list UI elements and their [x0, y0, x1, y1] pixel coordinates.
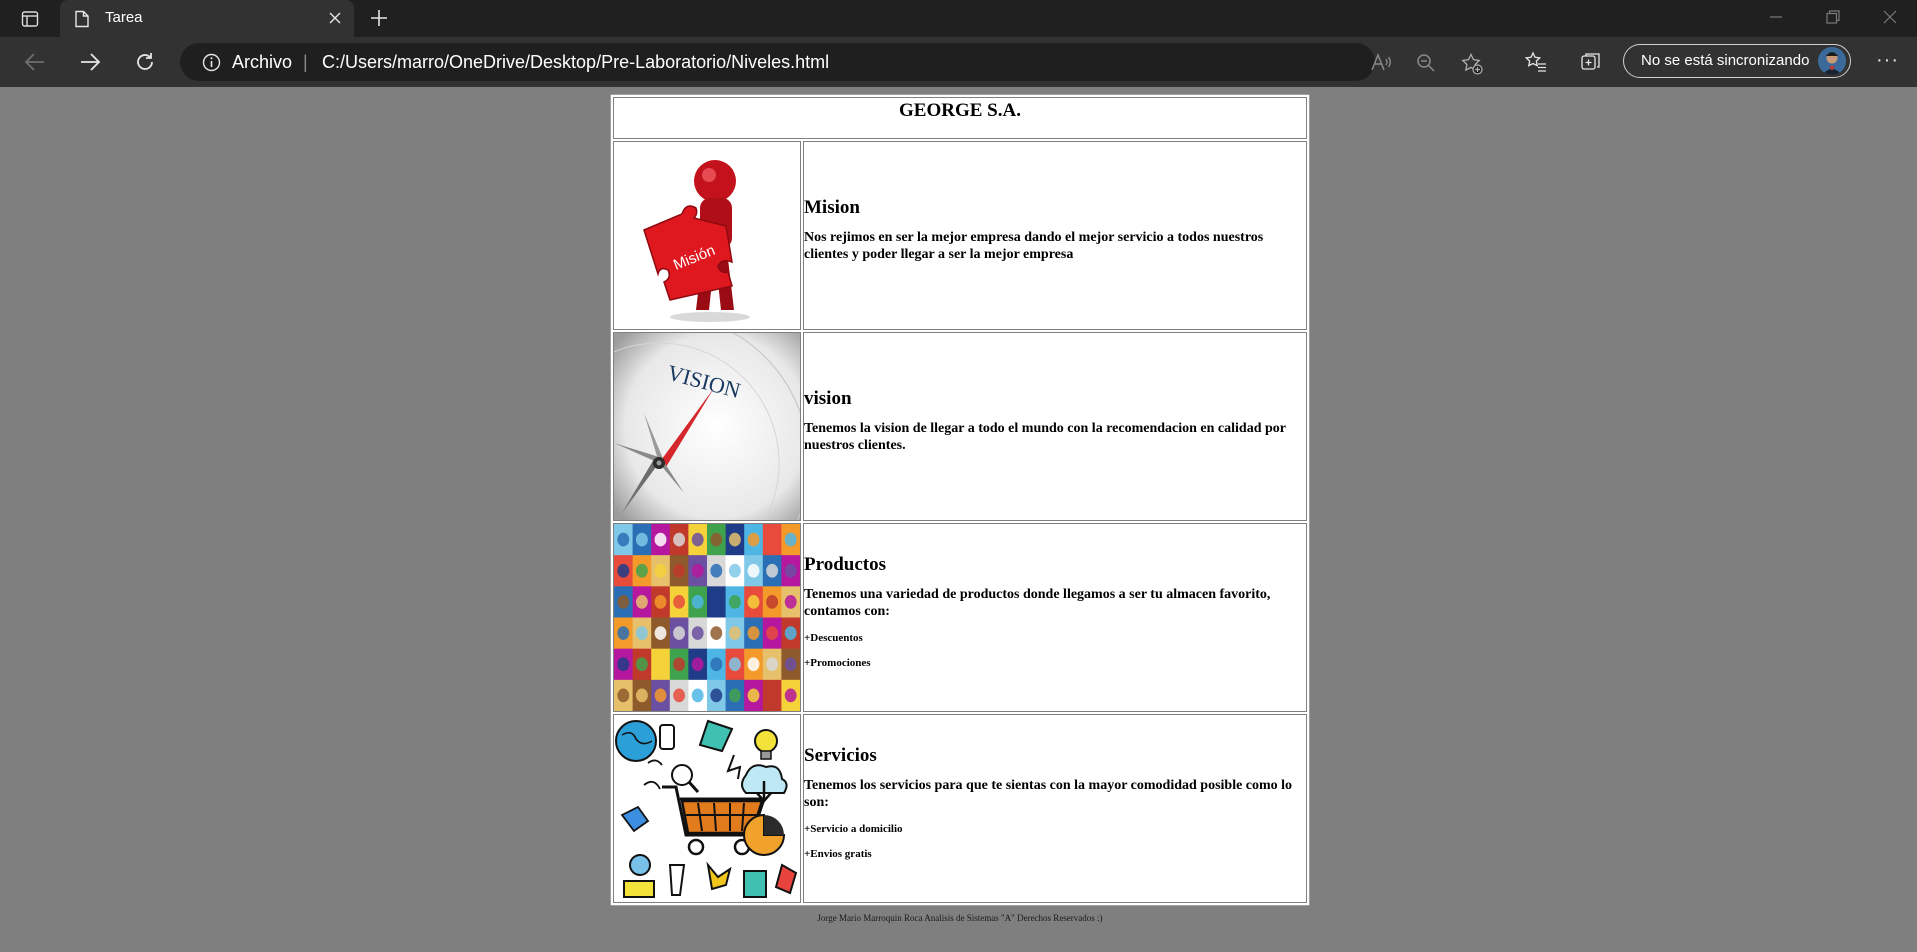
- servicios-title: Servicios: [804, 744, 877, 766]
- tab-title: Tarea: [105, 9, 143, 26]
- avatar: [1818, 47, 1846, 75]
- mision-cell: Mision Nos rejimos en ser la mejor empre…: [803, 141, 1307, 330]
- zoom-out-icon[interactable]: [1416, 53, 1436, 73]
- servicios-cell: Servicios Tenemos los servicios para que…: [803, 714, 1307, 903]
- tab-actions-button[interactable]: [0, 0, 60, 37]
- new-tab-icon[interactable]: [370, 9, 388, 27]
- reload-icon[interactable]: [134, 51, 156, 73]
- tab-actions-icon: [21, 10, 39, 27]
- address-separator: |: [303, 52, 308, 72]
- back-arrow-icon[interactable]: [24, 51, 46, 73]
- vision-cell: vision Tenemos la vision de llegar a tod…: [803, 332, 1307, 521]
- table-row: VISION vision Tenemos la vision de llega…: [613, 332, 1307, 521]
- minimize-icon[interactable]: [1769, 10, 1783, 24]
- url-text[interactable]: C:/Users/marro/OneDrive/Desktop/Pre-Labo…: [322, 52, 829, 73]
- mision-title: Mision: [804, 196, 860, 218]
- servicios-text: Tenemos los servicios para que te sienta…: [804, 777, 1293, 810]
- services-illustration-image: [613, 714, 801, 903]
- productos-item-promociones: +Promociones: [804, 656, 871, 669]
- vision-text: Tenemos la vision de llegar a todo el mu…: [804, 420, 1286, 453]
- sync-status-label: No se está sincronizando: [1641, 52, 1810, 69]
- servicios-item-domicilio: +Servicio a domicilio: [804, 822, 903, 835]
- add-favorite-icon[interactable]: [1461, 53, 1483, 75]
- collections-icon[interactable]: [1580, 51, 1602, 73]
- products-collage-image: [613, 523, 801, 712]
- address-bar[interactable]: Archivo | C:/Users/marro/OneDrive/Deskto…: [180, 43, 1483, 81]
- mision-text: Nos rejimos en ser la mejor empresa dand…: [804, 229, 1264, 262]
- company-name: GEORGE S.A.: [613, 97, 1307, 139]
- info-icon[interactable]: [202, 53, 221, 72]
- active-tab[interactable]: Tarea: [60, 0, 354, 37]
- productos-cell: Productos Tenemos una variedad de produc…: [803, 523, 1307, 712]
- table-row: Misión Mision Nos rejimos en ser la mejo…: [613, 141, 1307, 330]
- restore-icon[interactable]: [1826, 10, 1840, 24]
- favorites-icon[interactable]: [1525, 51, 1547, 73]
- table-row: Productos Tenemos una variedad de produc…: [613, 523, 1307, 712]
- forward-arrow-icon[interactable]: [79, 51, 101, 73]
- productos-item-descuentos: +Descuentos: [804, 631, 863, 644]
- profile-sync-button[interactable]: No se está sincronizando: [1623, 44, 1851, 78]
- page-footer: Jorge Mario Marroquin Roca Analisis de S…: [817, 913, 1103, 923]
- close-tab-icon[interactable]: [328, 11, 342, 25]
- servicios-item-envios: +Envios gratis: [804, 847, 872, 860]
- company-table: GEORGE S.A. Misión Mision Nos rejimos en…: [610, 94, 1310, 906]
- read-aloud-icon[interactable]: [1370, 53, 1392, 73]
- vision-compass-image: VISION: [613, 332, 801, 521]
- more-options-icon[interactable]: ···: [1876, 49, 1899, 72]
- vision-title: vision: [804, 387, 852, 409]
- productos-text: Tenemos una variedad de productos donde …: [804, 586, 1271, 619]
- tab-strip: Tarea: [0, 0, 1917, 37]
- page-icon: [75, 10, 89, 28]
- productos-title: Productos: [804, 553, 886, 575]
- table-row: Servicios Tenemos los servicios para que…: [613, 714, 1307, 903]
- mision-image: Misión: [613, 141, 801, 330]
- close-window-icon[interactable]: [1883, 10, 1897, 24]
- file-scheme-label: Archivo: [232, 52, 293, 72]
- navigation-toolbar: Archivo | C:/Users/marro/OneDrive/Deskto…: [0, 37, 1917, 87]
